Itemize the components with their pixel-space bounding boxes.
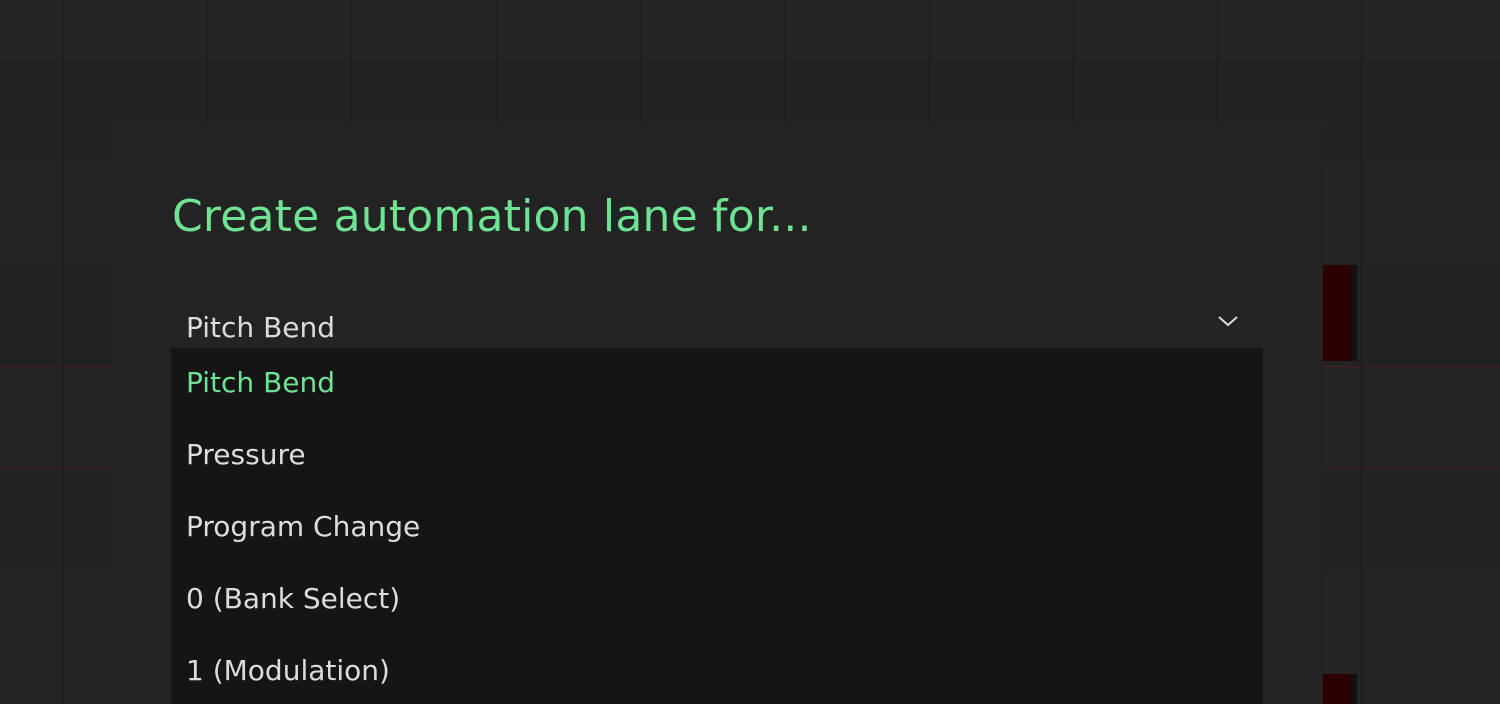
menu-item-modulation[interactable]: 1 (Modulation) bbox=[171, 636, 1263, 704]
chevron-down-icon bbox=[1217, 313, 1239, 329]
menu-item-label: Pitch Bend bbox=[186, 366, 336, 399]
menu-item-label: 0 (Bank Select) bbox=[186, 582, 401, 615]
menu-item-pitch-bend[interactable]: Pitch Bend bbox=[171, 348, 1263, 420]
dialog-title: Create automation lane for... bbox=[172, 191, 812, 242]
menu-item-bank-select[interactable]: 0 (Bank Select) bbox=[171, 564, 1263, 636]
grid-row bbox=[0, 0, 1500, 60]
menu-item-program-change[interactable]: Program Change bbox=[171, 492, 1263, 564]
select-value: Pitch Bend bbox=[186, 311, 336, 344]
parameter-dropdown-menu: Pitch Bend Pressure Program Change 0 (Ba… bbox=[171, 348, 1263, 704]
menu-item-pressure[interactable]: Pressure bbox=[171, 420, 1263, 492]
grid-column-line bbox=[1361, 0, 1362, 704]
midi-clip[interactable] bbox=[1323, 265, 1357, 361]
grid-column-line bbox=[63, 0, 64, 704]
menu-item-label: Program Change bbox=[186, 510, 421, 543]
menu-item-label: Pressure bbox=[186, 438, 306, 471]
menu-item-label: 1 (Modulation) bbox=[186, 654, 390, 687]
parameter-select[interactable]: Pitch Bend bbox=[172, 303, 1263, 349]
